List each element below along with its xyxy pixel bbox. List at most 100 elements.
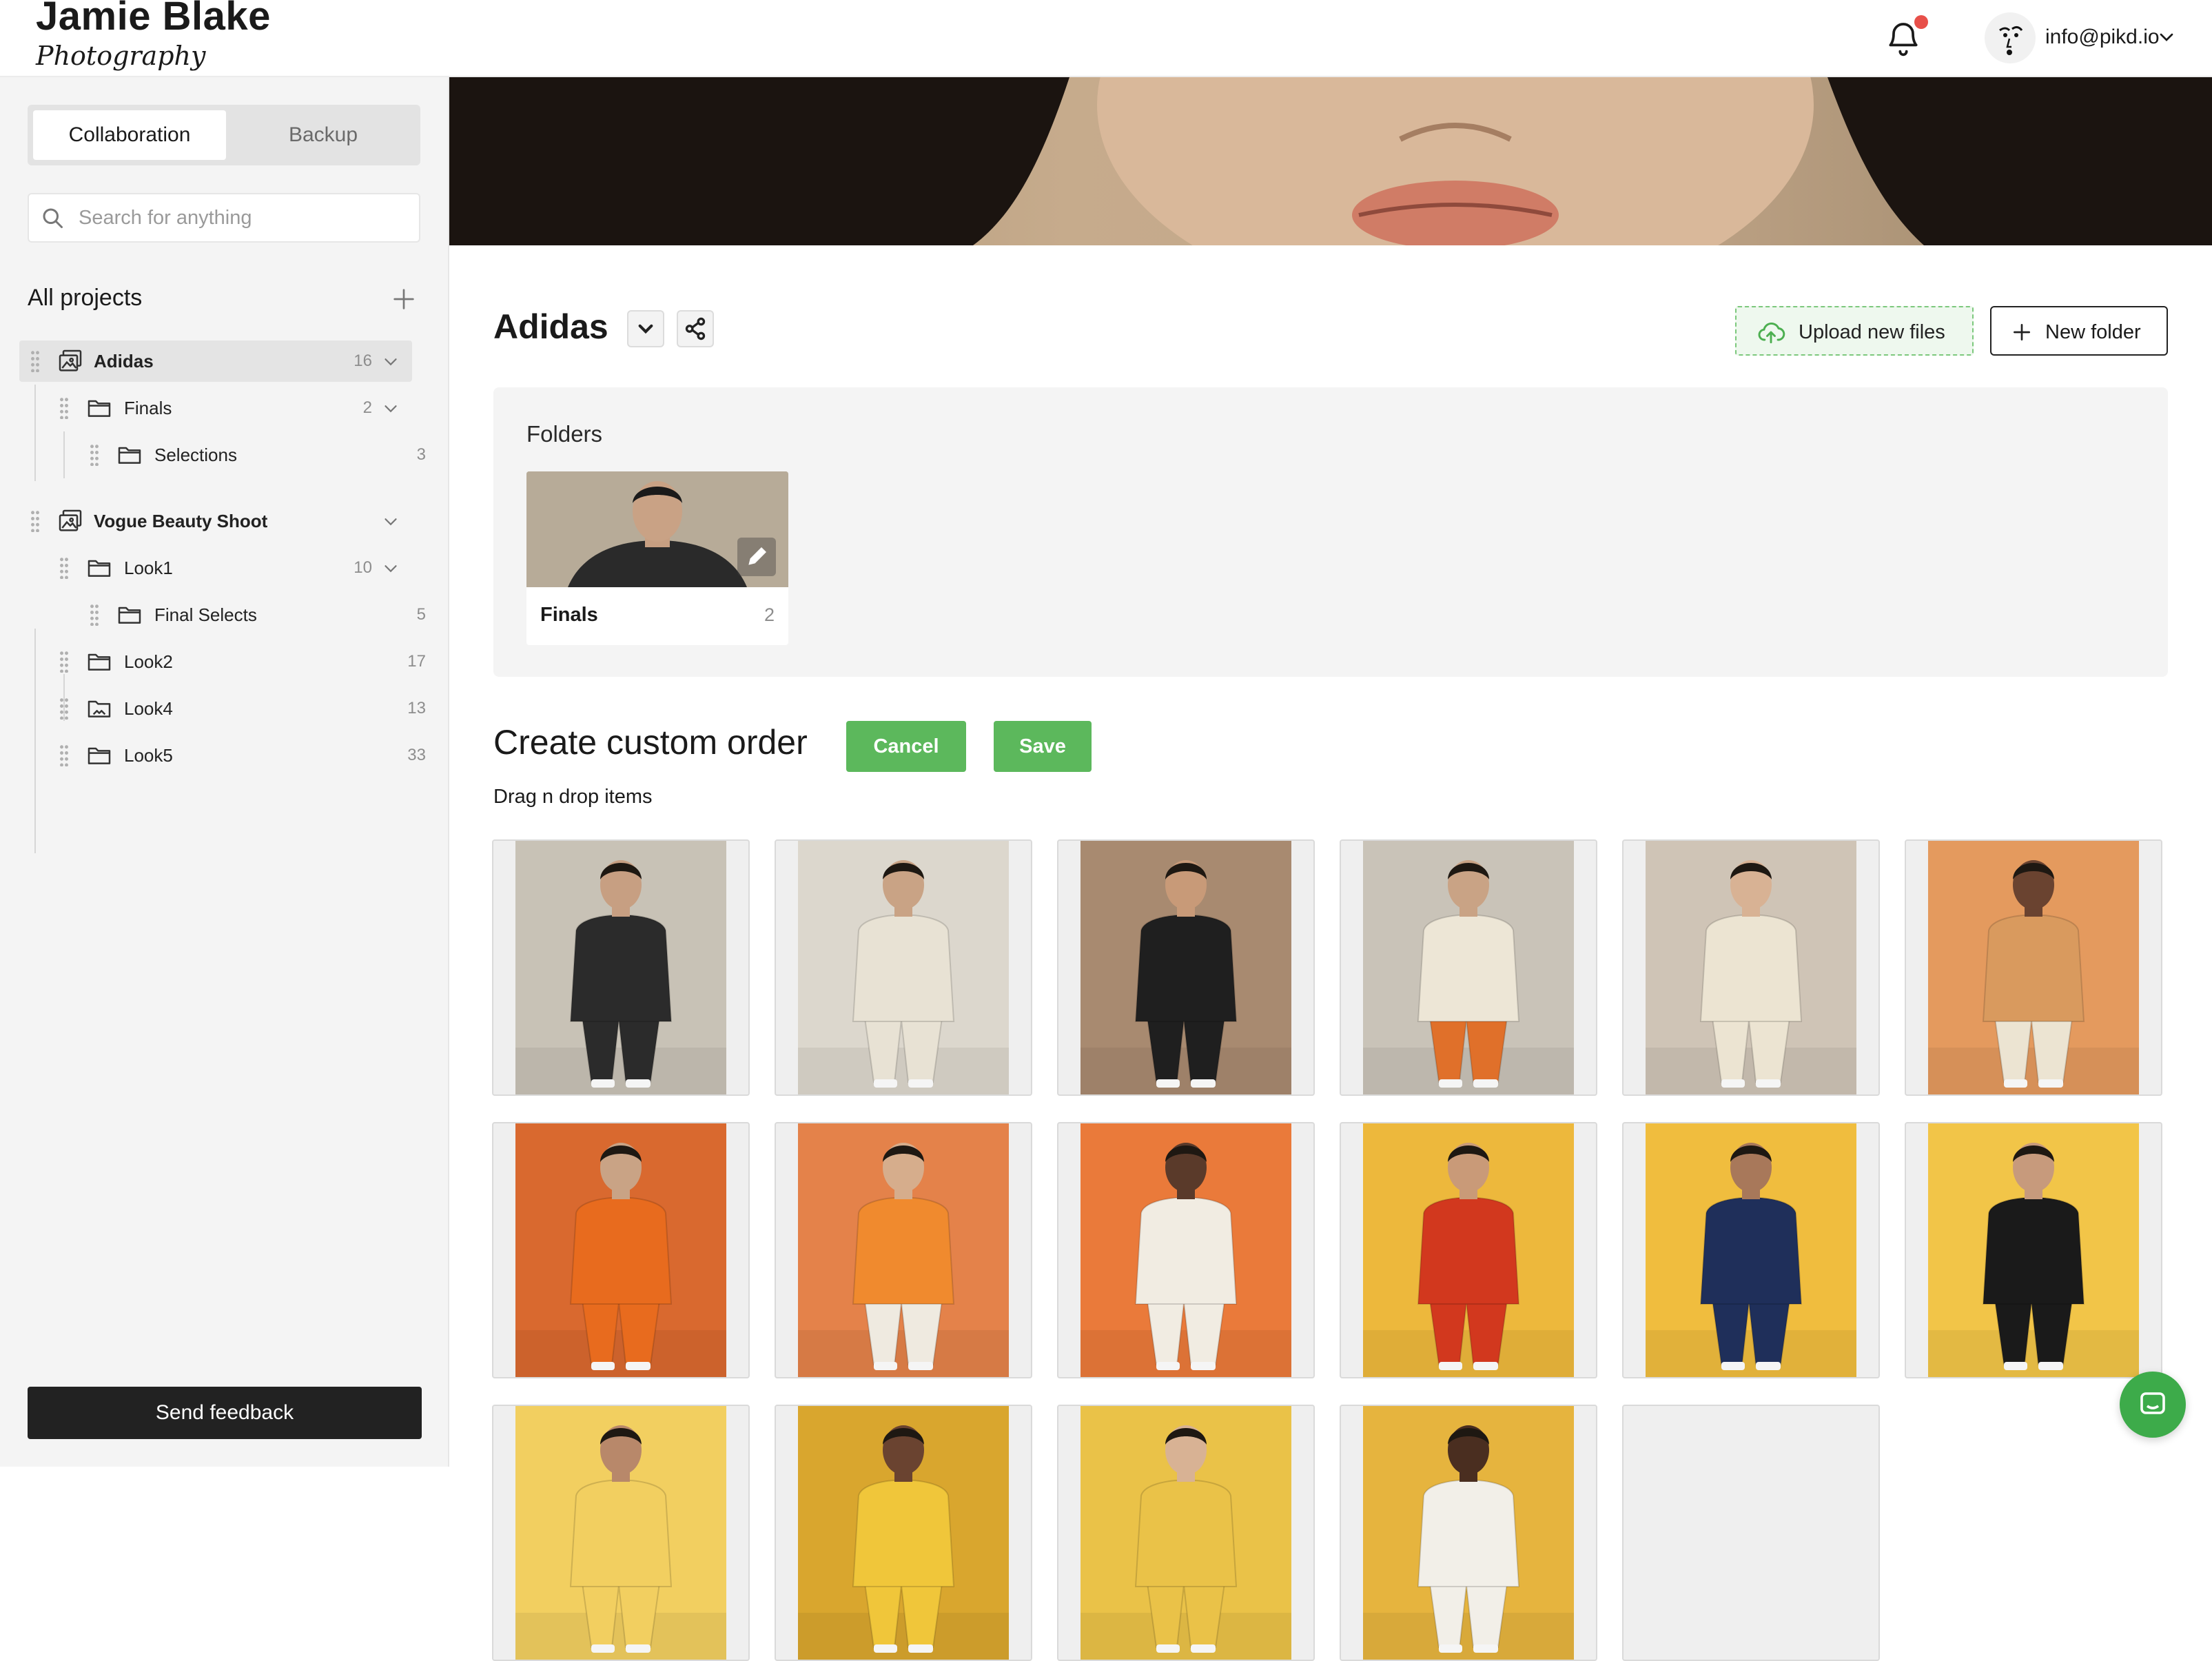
photo-thumbnail: [1363, 1406, 1574, 1660]
save-button[interactable]: Save: [994, 721, 1092, 772]
photo-thumbnail: [515, 1123, 726, 1377]
photo-thumbnail: [1363, 841, 1574, 1094]
folder-name: Finals: [540, 604, 598, 626]
photo-tile[interactable]: [1622, 1122, 1880, 1378]
drag-handle-icon[interactable]: [59, 744, 69, 766]
photo-tile[interactable]: [1057, 1405, 1315, 1661]
custom-order-heading: Create custom order: [493, 723, 808, 762]
cancel-button[interactable]: Cancel: [846, 721, 966, 772]
tree-item-look1[interactable]: Look1 10: [19, 547, 412, 589]
model-photo: [1363, 860, 1574, 1094]
tree-item-label: Adidas: [94, 351, 154, 371]
tree-item-count: 3: [416, 445, 426, 464]
photo-thumbnail: [798, 841, 1009, 1094]
drag-handle-icon[interactable]: [59, 557, 69, 579]
photo-tile[interactable]: [492, 1122, 750, 1378]
folder-icon: [118, 607, 141, 624]
photo-tile[interactable]: [1905, 1122, 2162, 1378]
drag-handle-icon[interactable]: [90, 604, 99, 626]
tab-collaboration[interactable]: Collaboration: [33, 110, 226, 160]
chevron-down-icon[interactable]: [380, 558, 401, 579]
tree-item-label: Selections: [154, 445, 237, 465]
folder-icon: [118, 447, 141, 464]
plus-icon: [2014, 324, 2030, 340]
folders-panel: Folders Finals 2: [493, 387, 2168, 677]
tree-item-label: Look2: [124, 651, 173, 672]
project-gallery-icon: [59, 509, 82, 531]
search-icon: [43, 208, 63, 228]
tree-item-look4[interactable]: Look4 13: [19, 688, 426, 729]
photo-tile[interactable]: [1057, 839, 1315, 1096]
search-input[interactable]: [28, 193, 420, 243]
chevron-down-icon[interactable]: [380, 398, 401, 419]
add-project-icon[interactable]: [390, 285, 418, 313]
upload-new-files-button[interactable]: Upload new files: [1735, 306, 1974, 356]
chevron-down-icon[interactable]: [2155, 26, 2178, 48]
photo-tile[interactable]: [775, 1122, 1032, 1378]
tree-item-label: Look4: [124, 698, 173, 719]
account-email[interactable]: info@pikd.io: [2045, 23, 2160, 51]
tree-item-count: 13: [407, 699, 426, 717]
tree-item-vogue-beauty-shoot[interactable]: Vogue Beauty Shoot: [19, 500, 412, 542]
photo-tile[interactable]: [1340, 1405, 1597, 1661]
model-photo: [1646, 1143, 1856, 1377]
folder-card-finals[interactable]: Finals 2: [526, 471, 788, 645]
drag-handle-icon[interactable]: [59, 651, 69, 673]
tree-item-look5[interactable]: Look5 33: [19, 735, 426, 776]
folder-count: 2: [764, 604, 775, 625]
model-photo: [798, 860, 1009, 1094]
edit-folder-button[interactable]: [737, 538, 776, 576]
model-photo: [798, 1143, 1009, 1377]
send-feedback-button[interactable]: Send feedback: [28, 1387, 422, 1439]
avatar-face-icon: [1999, 26, 2023, 55]
brand-name: Jamie Blake: [36, 0, 271, 39]
share-button[interactable]: [677, 310, 714, 347]
tree-item-count: 2: [362, 398, 372, 417]
photo-thumbnail: [1646, 1123, 1856, 1377]
model-photo: [515, 1143, 726, 1377]
share-icon: [685, 317, 706, 340]
tree-item-finals[interactable]: Finals 2: [19, 387, 412, 429]
photo-tile[interactable]: [492, 839, 750, 1096]
photo-tile[interactable]: [775, 1405, 1032, 1661]
chevron-down-icon: [638, 324, 653, 334]
photo-tile[interactable]: [492, 1405, 750, 1661]
brand-subtitle: Photography: [36, 41, 206, 71]
drag-handle-icon[interactable]: [59, 397, 69, 419]
tree-item-count: 10: [354, 558, 372, 577]
new-folder-button[interactable]: New folder: [1990, 306, 2168, 356]
photo-thumbnail: [1363, 1123, 1574, 1377]
photo-tile[interactable]: [775, 839, 1032, 1096]
new-folder-label: New folder: [2045, 321, 2141, 343]
tree-item-final-selects[interactable]: Final Selects 5: [19, 594, 426, 635]
chevron-down-icon[interactable]: [380, 511, 401, 532]
drag-handle-icon[interactable]: [30, 350, 40, 372]
tree-item-count: 17: [407, 652, 426, 671]
notification-dot: [1914, 15, 1928, 29]
tree-item-adidas[interactable]: Adidas 16: [19, 340, 412, 382]
drag-handle-icon[interactable]: [59, 697, 69, 720]
drag-handle-icon[interactable]: [90, 444, 99, 466]
tree-item-count: 16: [354, 351, 372, 370]
photo-tile[interactable]: [1057, 1122, 1315, 1378]
photo-tile[interactable]: [1622, 1405, 1880, 1661]
photo-thumbnail: [515, 1406, 726, 1660]
photo-tile[interactable]: [1340, 839, 1597, 1096]
drag-handle-icon[interactable]: [30, 510, 40, 532]
photo-tile[interactable]: [1622, 839, 1880, 1096]
photo-tile[interactable]: [1340, 1122, 1597, 1378]
folder-icon: [88, 653, 111, 671]
photo-thumbnail: [1081, 841, 1291, 1094]
tree-item-selections[interactable]: Selections 3: [19, 434, 426, 476]
chat-button[interactable]: [2120, 1372, 2186, 1438]
pencil-icon: [748, 547, 766, 565]
project-menu-button[interactable]: [627, 310, 664, 347]
tab-backup[interactable]: Backup: [232, 110, 415, 160]
chevron-down-icon[interactable]: [380, 351, 401, 372]
folder-icon: [88, 747, 111, 764]
cover-portrait-image: [449, 77, 2212, 245]
photo-tile[interactable]: [1905, 839, 2162, 1096]
tree-item-look2[interactable]: Look2 17: [19, 641, 426, 682]
avatar[interactable]: [1985, 12, 2036, 63]
tree-item-count: 33: [407, 746, 426, 764]
